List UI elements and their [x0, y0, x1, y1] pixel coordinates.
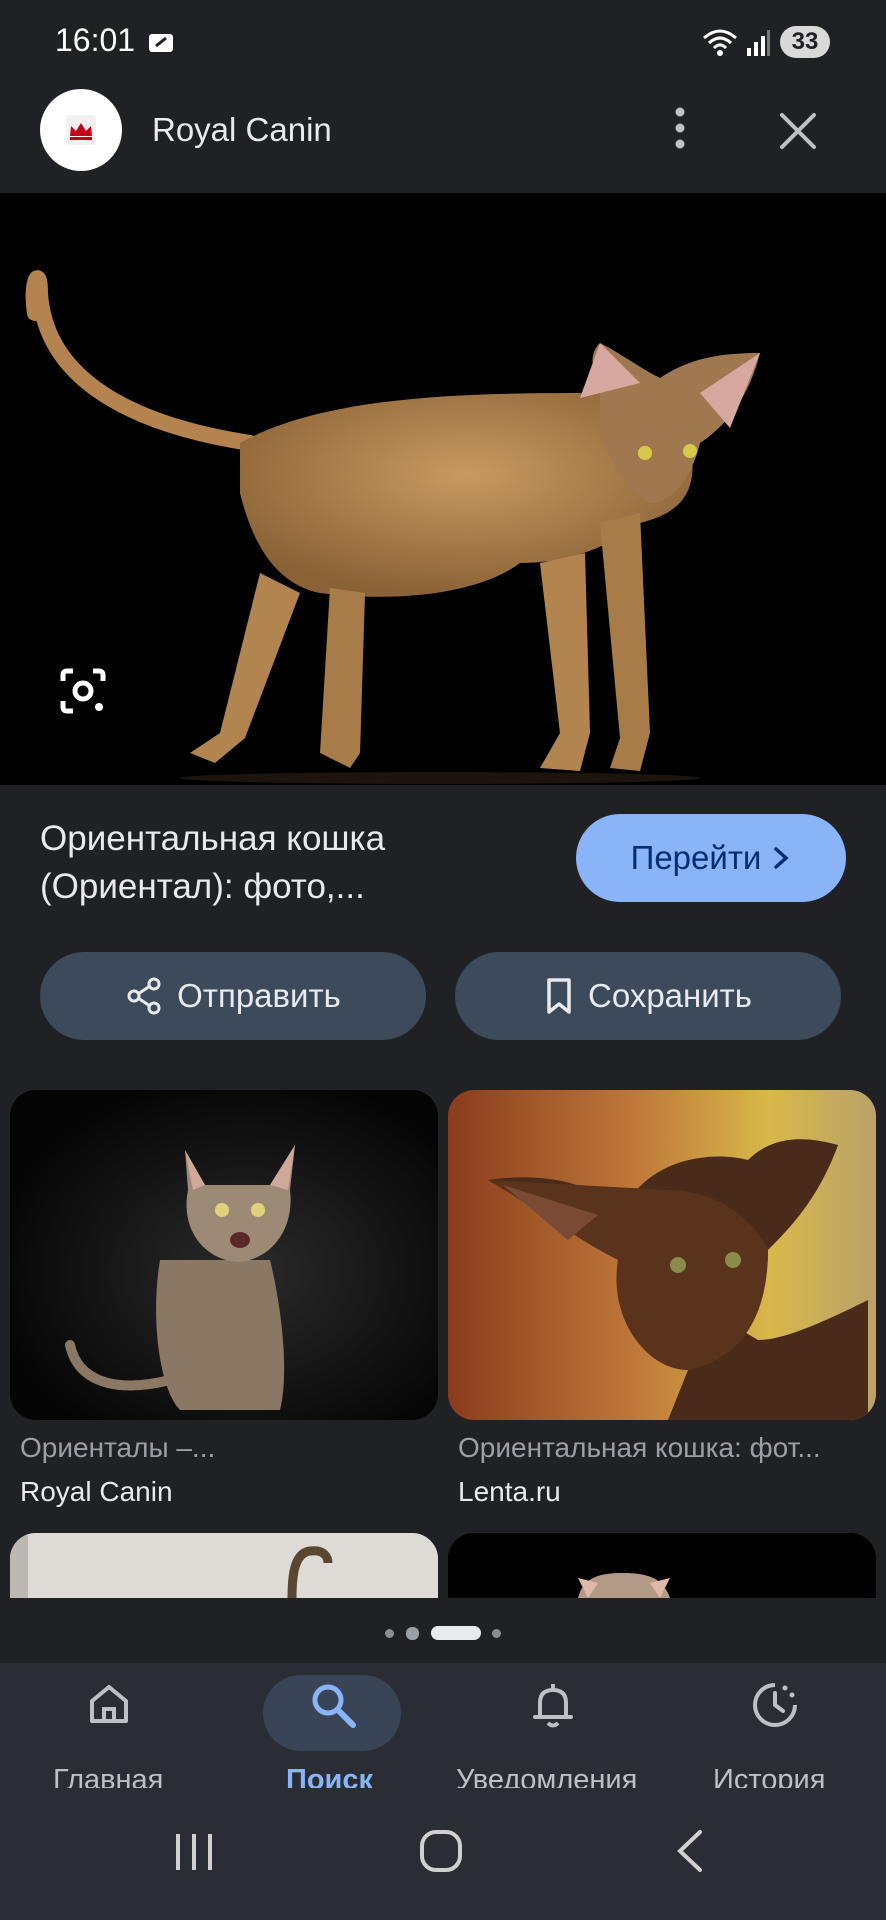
visit-button[interactable]: Перейти: [576, 814, 846, 902]
history-icon: [753, 1683, 797, 1727]
home-icon: [90, 1685, 128, 1723]
bookmark-icon: [547, 978, 571, 1014]
page-dot-active: [431, 1626, 481, 1640]
google-lens-icon: [60, 668, 106, 714]
page-indicator: [0, 1618, 886, 1648]
lens-button[interactable]: [55, 663, 111, 719]
battery-indicator: 33: [780, 26, 830, 58]
page-dot: [385, 1629, 394, 1638]
page-dot: [406, 1627, 419, 1640]
related-source-1[interactable]: Royal Canin: [20, 1476, 173, 1508]
related-image-2[interactable]: [448, 1090, 876, 1420]
chevron-right-icon: [774, 847, 789, 869]
share-button[interactable]: Отправить: [40, 952, 426, 1040]
nav-item-notifications[interactable]: Уведомления: [452, 1663, 652, 1796]
save-label: Сохранить: [588, 977, 752, 1014]
share-label: Отправить: [177, 977, 341, 1014]
save-button[interactable]: Сохранить: [455, 952, 841, 1040]
related-image-4[interactable]: [448, 1533, 876, 1598]
related-title-1[interactable]: Ориенталы –...: [20, 1432, 430, 1464]
cat-photo: [448, 1533, 876, 1598]
recent-apps-icon[interactable]: [170, 1830, 218, 1874]
close-icon: [780, 113, 816, 149]
home-button-icon[interactable]: [418, 1828, 464, 1874]
back-icon[interactable]: [672, 1828, 708, 1874]
nav-item-history[interactable]: История: [705, 1663, 845, 1796]
bell-icon: [533, 1684, 573, 1728]
more-vert-icon: [675, 107, 685, 149]
related-source-2[interactable]: Lenta.ru: [458, 1476, 561, 1508]
site-logo[interactable]: [40, 89, 122, 171]
status-time: 16:01: [55, 22, 136, 58]
screen-recorder-icon: [149, 34, 173, 52]
cat-photo: [10, 1090, 438, 1420]
related-image-3[interactable]: [10, 1533, 438, 1598]
signal-icon: [747, 30, 770, 56]
related-title-2[interactable]: Ориентальная кошка: фот...: [458, 1432, 863, 1464]
header: Royal Canin: [0, 85, 886, 193]
cat-photo: [10, 1533, 438, 1598]
nav-item-home[interactable]: Главная: [40, 1663, 180, 1796]
hero-image[interactable]: [0, 193, 886, 785]
crown-logo-icon: [66, 115, 96, 145]
wifi-icon: [703, 29, 737, 56]
close-button[interactable]: [770, 103, 826, 159]
more-options-button[interactable]: [655, 103, 705, 153]
site-title: Royal Canin: [152, 111, 332, 148]
page-dot: [492, 1629, 501, 1638]
visit-label: Перейти: [630, 839, 762, 876]
cat-photo: [448, 1090, 876, 1420]
cat-photo: [0, 193, 886, 785]
share-icon: [127, 977, 161, 1015]
search-icon: [312, 1684, 356, 1728]
status-bar: 16:01 33: [0, 0, 886, 85]
bottom-navigation: Главная Поиск Уведомления История: [0, 1663, 886, 1796]
result-title: Ориентальная кошка (Ориентал): фото,...: [40, 819, 386, 906]
related-image-1[interactable]: [10, 1090, 438, 1420]
nav-item-search[interactable]: Поиск: [263, 1663, 403, 1796]
system-navigation-bar: [0, 1788, 886, 1920]
